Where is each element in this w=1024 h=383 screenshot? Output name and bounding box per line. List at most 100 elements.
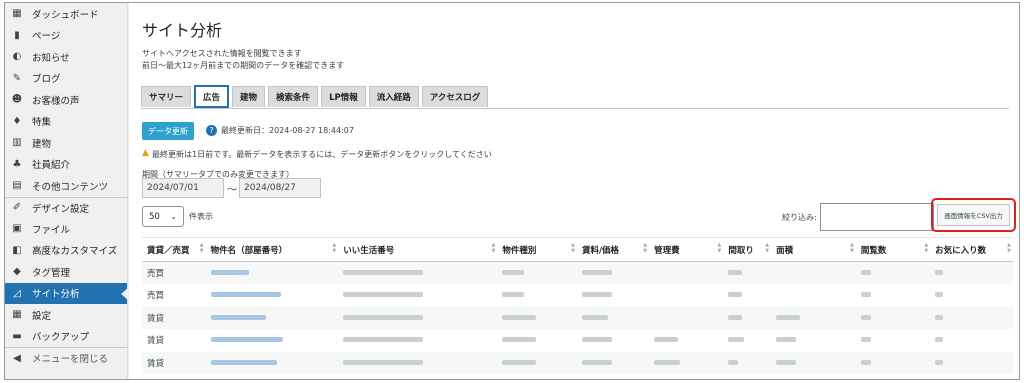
column-header[interactable]: 管理費 ▲ ▼	[649, 237, 724, 262]
tab-4[interactable]: LP情報	[321, 86, 366, 107]
column-header[interactable]: 閲覧数 ▲ ▼	[855, 237, 931, 262]
table-cell	[723, 261, 772, 284]
sidebar-item-brush[interactable]: ✐ デザイン設定	[5, 196, 127, 219]
tab-5[interactable]: 流入経路	[368, 86, 419, 107]
obscured-value	[210, 314, 266, 320]
sidebar-item-label: バックアップ	[32, 332, 90, 344]
column-header[interactable]: 賃貸／売買 ▲ ▼	[142, 237, 206, 262]
table-cell[interactable]	[205, 351, 339, 374]
sidebar-item-collapse[interactable]: ◀ メニューを閉じる	[5, 347, 127, 369]
table-row: 賃貸	[142, 329, 1013, 352]
table-row: 売買	[142, 284, 1013, 307]
table-cell	[649, 261, 724, 284]
settings-icon: ▦	[12, 309, 22, 321]
sidebar-item-building[interactable]: ▥ 建物	[5, 132, 127, 154]
table-cell	[649, 284, 723, 307]
table-cell[interactable]	[205, 306, 339, 329]
per-page-select[interactable]: 50 ⌄	[142, 206, 184, 227]
sidebar-item-dashboard[interactable]: ▦ ダッシュボード	[5, 3, 127, 25]
media-icon: ▣	[12, 223, 22, 235]
column-header[interactable]: いい生活番号 ▲ ▼	[338, 237, 498, 262]
sidebar-item-label: サイト分析	[32, 289, 80, 301]
sidebar-item-settings[interactable]: ▦ 設定	[5, 304, 127, 326]
sidebar-item-chart[interactable]: ◿ サイト分析	[5, 282, 128, 304]
column-header[interactable]: 物件名（部屋番号） ▲ ▼	[205, 237, 339, 262]
tab-2[interactable]: 建物	[232, 86, 266, 107]
building-icon: ▥	[12, 137, 22, 149]
table-cell	[855, 351, 931, 374]
sort-icon: ▲ ▼	[1007, 242, 1011, 254]
tab-6[interactable]: アクセスログ	[421, 86, 489, 107]
sort-icon: ▲ ▼	[199, 242, 204, 254]
table-cell	[497, 351, 577, 374]
column-header[interactable]: 面積 ▲ ▼	[771, 237, 856, 262]
info-icon: ?	[206, 125, 217, 136]
sidebar-item-label: 設定	[32, 310, 52, 322]
table-cell	[856, 329, 930, 352]
obscured-value	[728, 359, 739, 365]
column-header[interactable]: お気に入り数 ▲ ▼	[930, 237, 1013, 262]
sidebar-item-people[interactable]: ☻ お客様の声	[5, 89, 127, 111]
table-cell	[930, 284, 1013, 307]
obscured-value	[935, 359, 944, 365]
chevron-down-icon: ⌄	[170, 212, 177, 221]
sidebar-item-lightbulb[interactable]: ♦ 特集	[5, 111, 127, 133]
table-cell	[930, 306, 1013, 329]
tab-bar: サマリー 広告 建物 検索条件 LP情報 流入経路 アクセスログ	[141, 85, 489, 108]
table-cell[interactable]	[205, 261, 339, 284]
warning-text: 最終更新は1日前です。最新データを表示するには、データ更新ボタンをクリックしてく…	[152, 150, 492, 159]
table-cell	[338, 329, 497, 352]
sidebar-item-media[interactable]: ▣ ファイル	[5, 218, 127, 240]
obscured-value	[502, 314, 537, 320]
sidebar-item-archive[interactable]: ▬ バックアップ	[5, 326, 127, 348]
filter-input[interactable]	[820, 203, 934, 231]
page-description: サイトへアクセスされた情報を閲覧できます	[142, 49, 302, 58]
sidebar-item-label: ファイル	[32, 224, 71, 236]
tab-1[interactable]: 広告	[194, 85, 230, 108]
obscured-value	[581, 337, 612, 343]
table-cell[interactable]	[206, 329, 339, 352]
obscured-value	[343, 314, 424, 320]
date-to-input[interactable]: 2024/08/27	[239, 178, 321, 198]
table-cell	[856, 284, 930, 307]
sidebar-item-code[interactable]: ◧ 高度なカスタマイズ	[5, 240, 127, 262]
table-cell	[771, 306, 856, 329]
obscured-value	[343, 359, 424, 365]
table-cell	[497, 329, 577, 352]
sidebar-item-megaphone[interactable]: ◐ お知らせ	[5, 46, 127, 68]
table-cell	[338, 351, 498, 374]
obscured-value	[860, 337, 871, 343]
sidebar-item-users[interactable]: ♣ 社員紹介	[5, 154, 127, 176]
tab-3[interactable]: 検索条件	[268, 86, 319, 107]
date-from-input[interactable]: 2024/07/01	[142, 178, 224, 198]
sidebar-item-pencil[interactable]: ✎ ブログ	[5, 68, 127, 90]
sidebar-item-label: お客様の声	[32, 95, 80, 107]
obscured-value	[654, 359, 681, 365]
table-cell	[338, 306, 498, 329]
obscured-value	[654, 337, 679, 343]
table-cell	[771, 261, 856, 284]
data-update-button[interactable]: データ更新	[142, 122, 194, 140]
column-header[interactable]: 間取り ▲ ▼	[723, 237, 772, 262]
sidebar-item-pages[interactable]: ▮ ページ	[5, 25, 127, 47]
csv-export-button[interactable]: 画面情報をCSV出力	[937, 204, 1010, 226]
page-title: サイト分析	[142, 21, 223, 40]
app-window: ▦ ダッシュボード ▮ ページ ◐ お知らせ ✎ ブログ ☻ お客様の声 ♦ 特集 ▥ 建物 ♣ 社員紹介 ▤ そ…	[4, 2, 1020, 380]
table-cell	[497, 306, 577, 329]
document-icon: ▤	[12, 180, 22, 192]
tab-0[interactable]: サマリー	[141, 86, 192, 107]
table-cell[interactable]	[206, 284, 339, 307]
table-cell	[855, 261, 931, 284]
table-cell	[723, 351, 772, 374]
obscured-value	[935, 337, 944, 343]
obscured-value	[210, 292, 281, 298]
sidebar-item-tag[interactable]: ◆ タグ管理	[5, 261, 127, 283]
obscured-value	[728, 337, 745, 343]
table-cell	[930, 261, 1013, 284]
column-header-label: 賃貸／売買	[147, 245, 190, 256]
column-header[interactable]: 賃料/価格 ▲ ▼	[576, 237, 650, 262]
sidebar-item-document[interactable]: ▤ その他コンテンツ	[5, 175, 127, 197]
table-cell: 賃貸	[147, 336, 165, 347]
obscured-value	[502, 292, 525, 298]
column-header[interactable]: 物件種別 ▲ ▼	[497, 237, 577, 262]
